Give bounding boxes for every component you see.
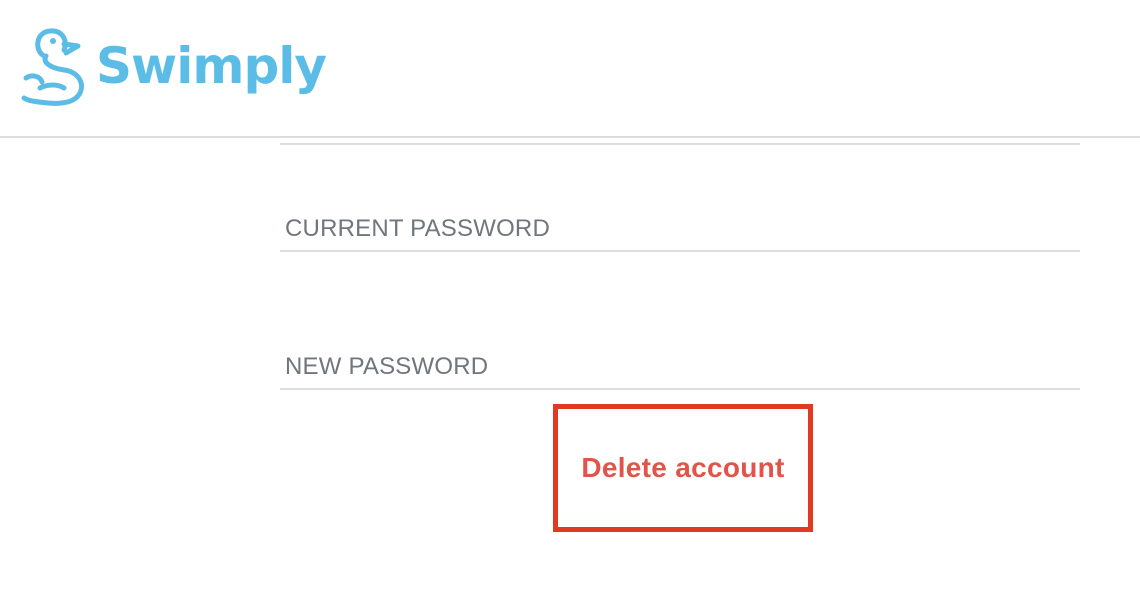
- brand-name: Swimply: [96, 37, 327, 95]
- swimply-logo[interactable]: Swimply: [20, 26, 327, 106]
- site-header: Swimply: [0, 0, 1140, 138]
- new-password-input[interactable]: [280, 346, 1080, 388]
- delete-account-highlight: Delete account: [553, 404, 813, 532]
- duck-icon: [20, 26, 90, 106]
- current-password-input[interactable]: [280, 208, 1080, 250]
- new-password-field: [280, 346, 1080, 390]
- section-divider: [280, 143, 1080, 145]
- delete-account-button[interactable]: Delete account: [581, 452, 784, 484]
- current-password-field: [280, 208, 1080, 252]
